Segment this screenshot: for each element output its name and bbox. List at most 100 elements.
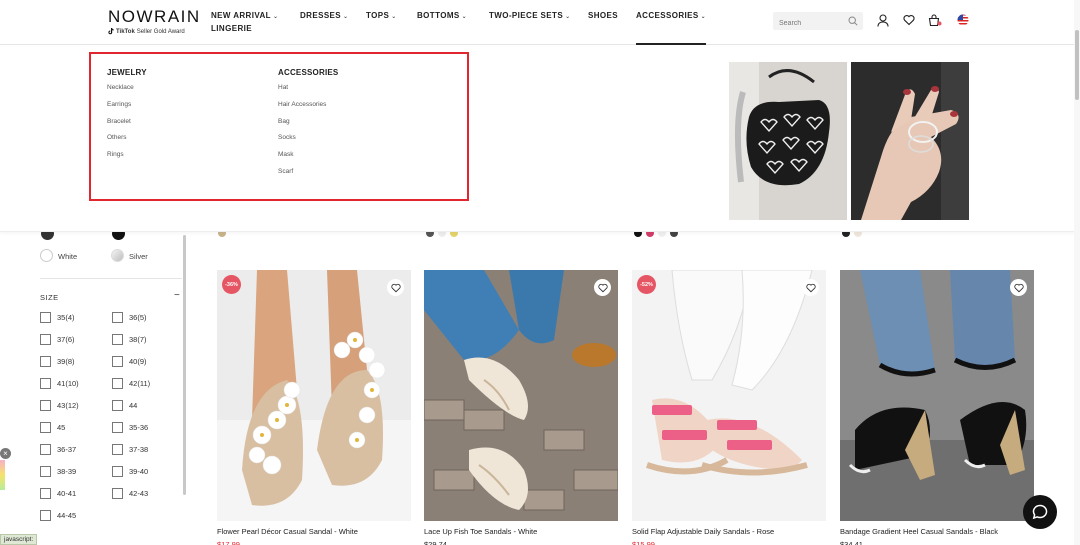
- nav-label: SHOES: [588, 11, 619, 20]
- promo-image-ring[interactable]: [851, 62, 969, 220]
- close-icon[interactable]: ×: [0, 448, 11, 459]
- size-option[interactable]: 42(11): [112, 378, 150, 389]
- nav-label: TOPS: [366, 11, 390, 20]
- scroll-thumb[interactable]: [1075, 30, 1079, 100]
- product-card[interactable]: Lace Up Fish Toe Sandals - White $29.74: [424, 270, 618, 545]
- product-card[interactable]: -36% Flower Pearl Décor Casual Sandal - …: [217, 270, 411, 545]
- size-label: 38(7): [129, 335, 147, 344]
- filter-scrollbar[interactable]: [183, 235, 186, 495]
- product-card[interactable]: -52% Solid Flap Adjustable Daily Sandals…: [632, 270, 826, 545]
- product-name[interactable]: Solid Flap Adjustable Daily Sandals - Ro…: [632, 527, 826, 536]
- search-icon[interactable]: [848, 16, 858, 26]
- size-option[interactable]: 40(9): [112, 356, 147, 367]
- side-promo-tab[interactable]: [0, 460, 5, 490]
- product-image[interactable]: -52%: [632, 270, 826, 521]
- size-option[interactable]: 44-45: [40, 510, 76, 521]
- page-scrollbar[interactable]: [1074, 0, 1080, 545]
- nav-two-piece-sets[interactable]: TWO-PIECE SETS ⌄: [489, 11, 571, 20]
- nav-active-indicator: [636, 43, 706, 45]
- menu-link-necklace[interactable]: Necklace: [107, 83, 147, 100]
- nav-new-arrival[interactable]: NEW ARRIVAL ⌄: [211, 11, 278, 20]
- checkbox[interactable]: [40, 334, 51, 345]
- checkbox[interactable]: [40, 400, 51, 411]
- size-option[interactable]: 36-37: [40, 444, 76, 455]
- size-label: 41(10): [57, 379, 79, 388]
- wishlist-heart-icon[interactable]: [802, 279, 819, 296]
- accessories-heading[interactable]: ACCESSORIES: [278, 68, 338, 77]
- product-image[interactable]: [840, 270, 1034, 521]
- nav-dresses[interactable]: DRESSES ⌄: [300, 11, 348, 20]
- size-option[interactable]: 38-39: [40, 466, 76, 477]
- size-option[interactable]: 41(10): [40, 378, 79, 389]
- jewelry-heading[interactable]: JEWELRY: [107, 68, 147, 77]
- checkbox[interactable]: [40, 312, 51, 323]
- size-option[interactable]: 37-38: [112, 444, 148, 455]
- size-option[interactable]: 35(4): [40, 312, 75, 323]
- checkbox[interactable]: [112, 356, 123, 367]
- menu-link-hair-accessories[interactable]: Hair Accessories: [278, 100, 338, 117]
- size-option[interactable]: 36(5): [112, 312, 147, 323]
- menu-link-rings[interactable]: Rings: [107, 150, 147, 167]
- color-swatch-white[interactable]: [40, 249, 53, 262]
- size-option[interactable]: 39-40: [112, 466, 148, 477]
- size-option[interactable]: 37(6): [40, 334, 75, 345]
- menu-link-bracelet[interactable]: Bracelet: [107, 117, 147, 134]
- checkbox[interactable]: [40, 466, 51, 477]
- size-option[interactable]: 43(12): [40, 400, 79, 411]
- search-input[interactable]: [773, 14, 843, 33]
- menu-link-others[interactable]: Others: [107, 133, 147, 150]
- checkbox[interactable]: [112, 488, 123, 499]
- size-option[interactable]: 42-43: [112, 488, 148, 499]
- checkbox[interactable]: [40, 488, 51, 499]
- cart-icon[interactable]: [928, 14, 942, 27]
- menu-link-scarf[interactable]: Scarf: [278, 167, 338, 184]
- collapse-icon[interactable]: −: [174, 290, 180, 301]
- wishlist-heart-icon[interactable]: [594, 279, 611, 296]
- nav-shoes[interactable]: SHOES: [588, 11, 618, 20]
- wishlist-heart-icon[interactable]: [387, 279, 404, 296]
- color-label-silver: Silver: [129, 252, 148, 261]
- size-option[interactable]: 44: [112, 400, 137, 411]
- checkbox[interactable]: [112, 334, 123, 345]
- product-image[interactable]: [424, 270, 618, 521]
- discount-badge: -36%: [222, 275, 241, 294]
- product-name[interactable]: Flower Pearl Décor Casual Sandal - White: [217, 527, 411, 536]
- checkbox[interactable]: [112, 378, 123, 389]
- promo-image-bag[interactable]: [729, 62, 847, 220]
- size-option[interactable]: 45: [40, 422, 65, 433]
- product-name[interactable]: Lace Up Fish Toe Sandals - White: [424, 527, 618, 536]
- user-icon[interactable]: [877, 14, 889, 27]
- checkbox[interactable]: [40, 356, 51, 367]
- checkbox[interactable]: [40, 378, 51, 389]
- product-card[interactable]: Bandage Gradient Heel Casual Sandals - B…: [840, 270, 1034, 545]
- menu-link-earrings[interactable]: Earrings: [107, 100, 147, 117]
- size-option[interactable]: 35-36: [112, 422, 148, 433]
- heart-icon[interactable]: [903, 14, 915, 26]
- size-option[interactable]: 40-41: [40, 488, 76, 499]
- checkbox[interactable]: [112, 422, 123, 433]
- menu-link-hat[interactable]: Hat: [278, 83, 338, 100]
- wishlist-heart-icon[interactable]: [1010, 279, 1027, 296]
- chat-button[interactable]: [1023, 495, 1057, 529]
- product-image[interactable]: -36%: [217, 270, 411, 521]
- checkbox[interactable]: [40, 444, 51, 455]
- product-name[interactable]: Bandage Gradient Heel Casual Sandals - B…: [840, 527, 1034, 536]
- checkbox[interactable]: [40, 422, 51, 433]
- nav-lingerie[interactable]: LINGERIE: [211, 24, 252, 33]
- menu-link-bag[interactable]: Bag: [278, 117, 338, 134]
- nav-bottoms[interactable]: BOTTOMS ⌄: [417, 11, 467, 20]
- checkbox[interactable]: [112, 400, 123, 411]
- size-option[interactable]: 38(7): [112, 334, 147, 345]
- nav-tops[interactable]: TOPS ⌄: [366, 11, 397, 20]
- checkbox[interactable]: [112, 312, 123, 323]
- checkbox[interactable]: [112, 444, 123, 455]
- nav-accessories[interactable]: ACCESSORIES ⌄: [636, 11, 706, 20]
- menu-link-socks[interactable]: Socks: [278, 133, 338, 150]
- menu-link-mask[interactable]: Mask: [278, 150, 338, 167]
- checkbox[interactable]: [40, 510, 51, 521]
- brand-logo[interactable]: NOWRAIN TikTok Seller Gold Award: [108, 7, 201, 35]
- us-flag-icon[interactable]: [957, 14, 969, 26]
- color-swatch-silver[interactable]: [111, 249, 124, 262]
- checkbox[interactable]: [112, 466, 123, 477]
- size-option[interactable]: 39(8): [40, 356, 75, 367]
